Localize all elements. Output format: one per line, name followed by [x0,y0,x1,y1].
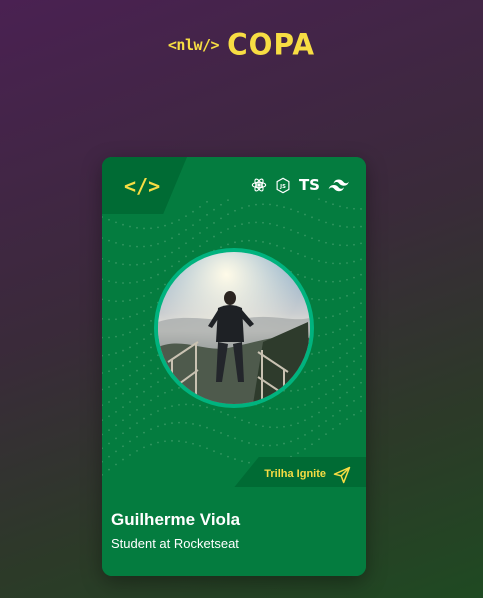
typescript-icon: TS [298,176,320,194]
profile-card: </> JS TS Trilha Ignite Guilherme Viola … [102,157,366,576]
code-icon: </> [124,174,161,198]
avatar-ring [154,248,314,408]
tech-stack: JS TS [251,176,350,194]
user-name: Guilherme Viola [111,510,241,529]
nlw-logo-text: <nlw/> [167,35,220,54]
avatar [158,252,310,404]
track-label: Trilha Ignite [264,468,326,480]
svg-text:JS: JS [279,184,286,190]
copa-logo-text: COPA [227,27,316,62]
card-info [102,487,366,576]
nlw-copa-logo: <nlw/> COPA [0,27,483,62]
nodejs-icon: JS [275,177,291,194]
tailwind-icon [328,178,350,192]
react-icon [251,177,267,193]
user-role: Student at Rocketseat [111,536,239,551]
